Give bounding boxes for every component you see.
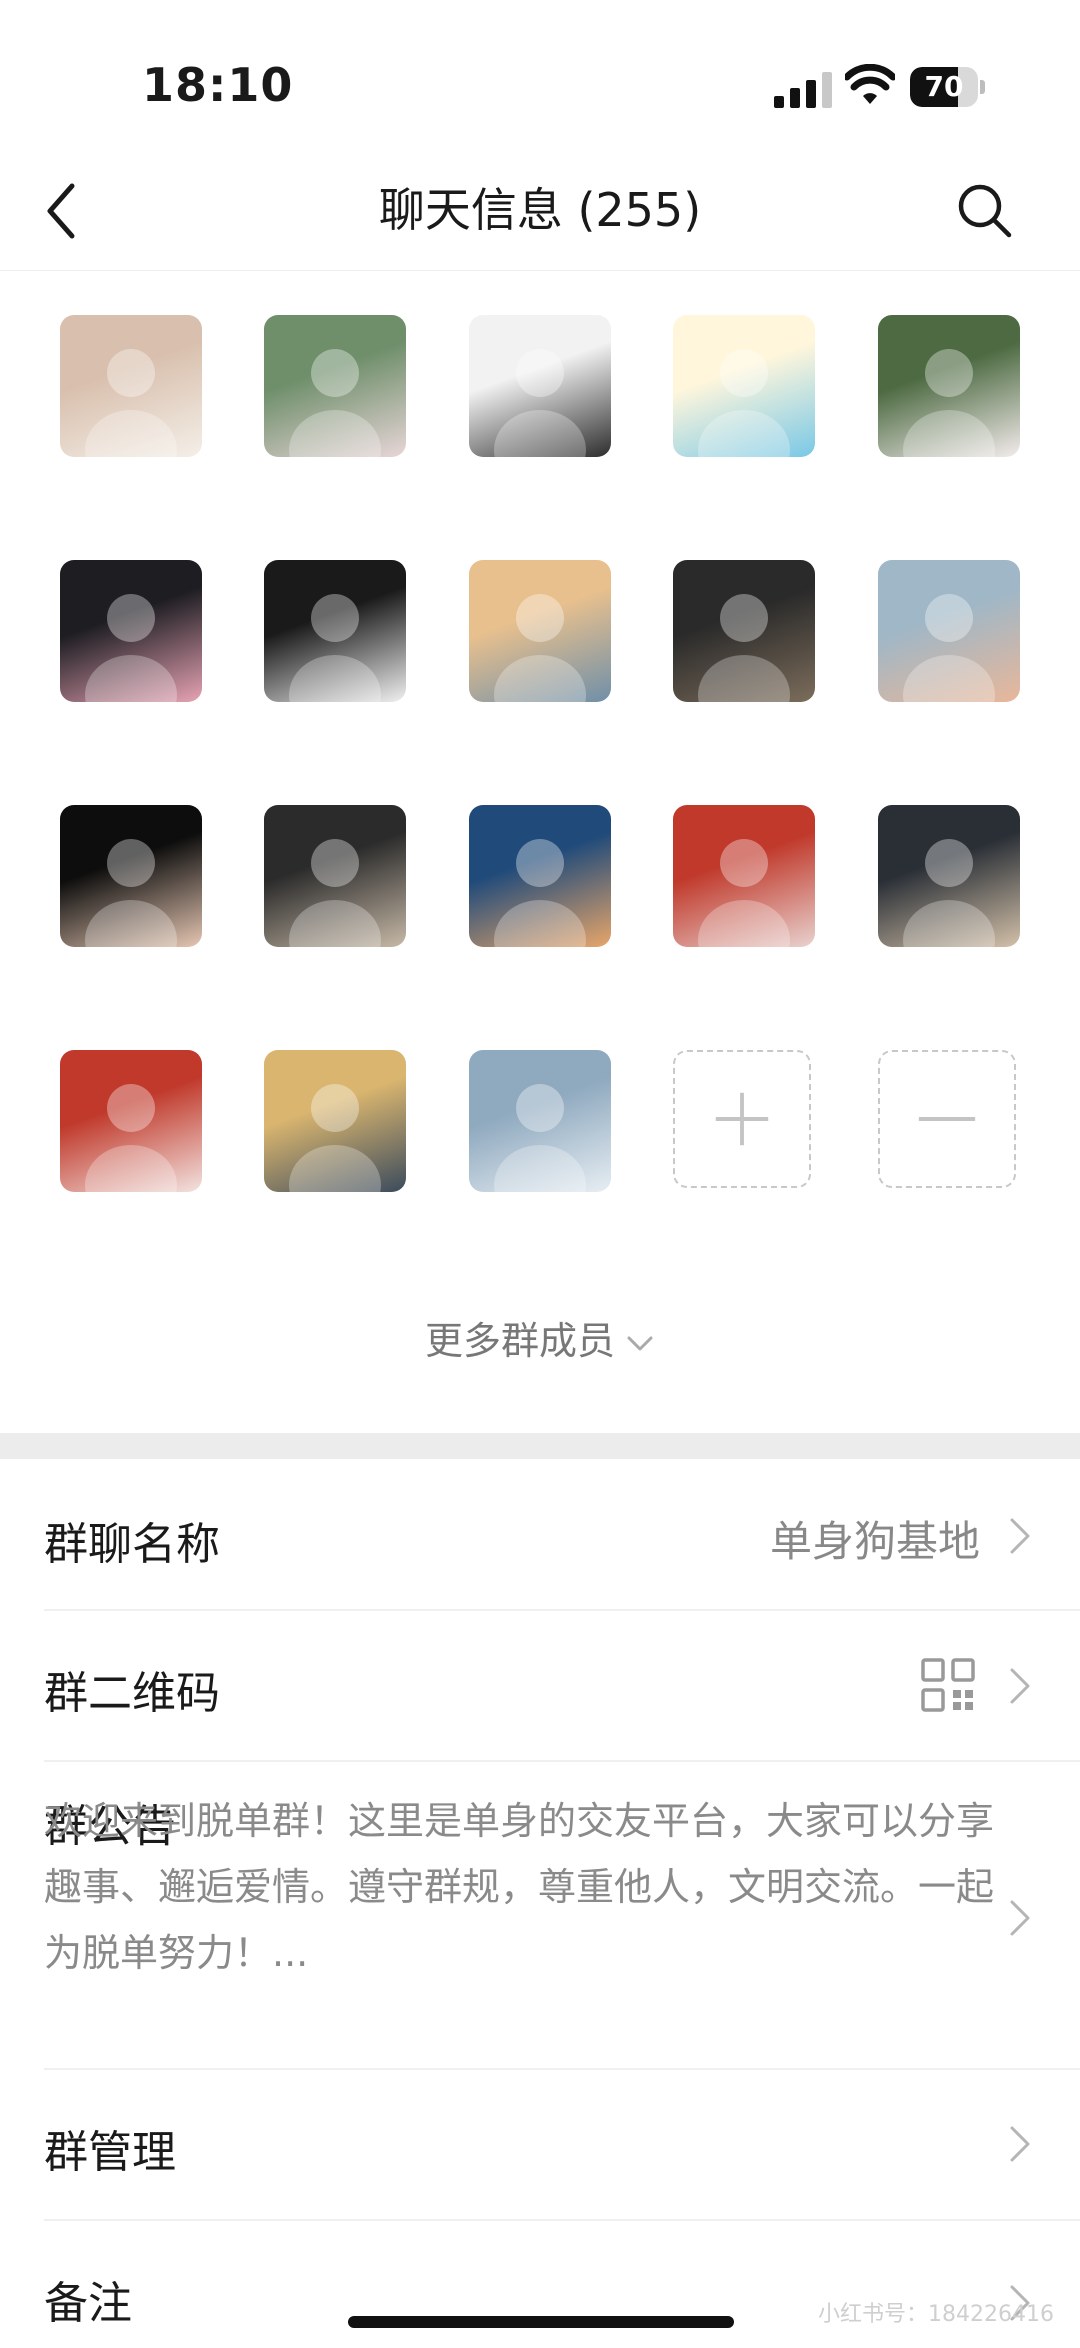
page-title: 聊天信息 (255) <box>378 183 702 237</box>
cellular-signal-icon <box>774 72 832 108</box>
avatar-image <box>85 594 177 702</box>
member-avatar[interactable] <box>878 805 1020 947</box>
remark-label: 备注 <box>44 2278 132 2329</box>
avatar-image <box>698 594 790 702</box>
avatar-image <box>903 594 995 702</box>
minus-icon <box>918 1117 976 1121</box>
group-name-value: 单身狗基地 <box>769 1517 980 1566</box>
member-avatar[interactable] <box>60 560 202 702</box>
avatar-image <box>289 594 381 702</box>
member-avatar[interactable] <box>878 315 1020 457</box>
watermark-text: 小红书号：184226416 <box>818 2302 1054 2327</box>
home-indicator <box>348 2316 734 2328</box>
remark-row[interactable]: 备注 <box>0 2221 1080 2348</box>
group-manage-row[interactable]: 群管理 <box>0 2070 1080 2220</box>
member-avatar[interactable] <box>469 1050 611 1192</box>
avatar-image <box>289 1084 381 1192</box>
add-member-button[interactable] <box>673 1050 811 1188</box>
status-time: 18:10 <box>142 58 294 112</box>
chevron-right-icon <box>1010 2126 1030 2162</box>
battery-icon: 70 <box>910 67 986 107</box>
qr-code-icon <box>921 1658 975 1712</box>
more-members-button[interactable]: 更多群成员 <box>0 1310 1080 1365</box>
avatar-image <box>698 839 790 947</box>
search-icon[interactable] <box>954 180 1014 240</box>
member-avatar[interactable] <box>60 1050 202 1192</box>
plus-icon <box>715 1092 769 1146</box>
member-avatar[interactable] <box>469 560 611 702</box>
nav-bar: 聊天信息 (255) <box>0 150 1080 271</box>
member-avatar[interactable] <box>469 805 611 947</box>
member-avatar[interactable] <box>60 805 202 947</box>
section-divider <box>0 1433 1080 1459</box>
more-members-label: 更多群成员 <box>424 1319 615 1363</box>
avatar-image <box>289 839 381 947</box>
avatar-image <box>903 349 995 457</box>
member-avatar[interactable] <box>264 1050 406 1192</box>
member-avatar[interactable] <box>469 315 611 457</box>
group-name-label: 群聊名称 <box>44 1519 220 1570</box>
avatar-image <box>289 349 381 457</box>
remove-member-button[interactable] <box>878 1050 1016 1188</box>
battery-level: 70 <box>924 70 964 103</box>
qr-code-row[interactable]: 群二维码 <box>0 1611 1080 1761</box>
group-name-row[interactable]: 群聊名称 单身狗基地 <box>0 1460 1080 1610</box>
member-avatar[interactable] <box>673 560 815 702</box>
chevron-right-icon <box>1010 1900 1030 1936</box>
member-avatar[interactable] <box>673 315 815 457</box>
wifi-icon <box>845 64 895 104</box>
chevron-down-icon <box>627 1336 653 1350</box>
avatar-image <box>85 1084 177 1192</box>
avatar-image <box>494 594 586 702</box>
group-notice-text: 欢迎来到脱单群！这里是单身的交友平台，大家可以分享趣事、邂逅爱情。遵守群规，尊重… <box>44 1799 995 1975</box>
avatar-image <box>494 349 586 457</box>
avatar-image <box>494 839 586 947</box>
member-avatar[interactable] <box>264 560 406 702</box>
member-avatar[interactable] <box>673 805 815 947</box>
member-avatar[interactable] <box>264 805 406 947</box>
chevron-right-icon <box>1010 1518 1030 1554</box>
group-manage-label: 群管理 <box>44 2127 176 2178</box>
qr-code-label: 群二维码 <box>44 1668 220 1719</box>
avatar-image <box>85 839 177 947</box>
avatar-image <box>85 349 177 457</box>
status-bar: 18:10 70 <box>0 0 1080 150</box>
chevron-right-icon <box>1010 1668 1030 1704</box>
avatar-image <box>494 1084 586 1192</box>
member-avatar[interactable] <box>878 560 1020 702</box>
avatar-image <box>698 349 790 457</box>
member-avatar[interactable] <box>60 315 202 457</box>
member-avatar[interactable] <box>264 315 406 457</box>
avatar-image <box>903 839 995 947</box>
